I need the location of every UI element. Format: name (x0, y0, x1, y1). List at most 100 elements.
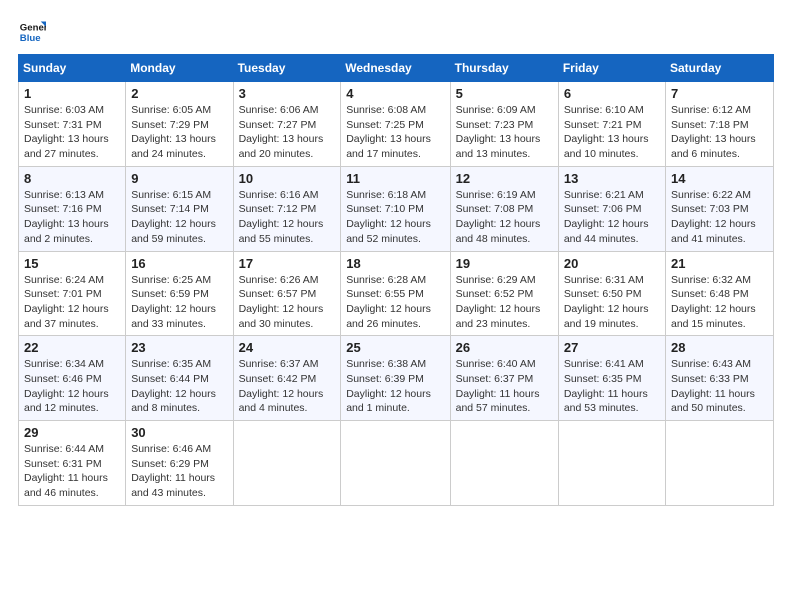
day-info: Sunrise: 6:31 AM Sunset: 6:50 PM Dayligh… (564, 273, 660, 332)
table-row: 8 Sunrise: 6:13 AM Sunset: 7:16 PM Daylig… (19, 166, 126, 251)
table-row: 29Sunrise: 6:44 AM Sunset: 6:31 PM Dayli… (19, 421, 126, 506)
svg-text:General: General (20, 22, 46, 33)
day-number: 27 (564, 340, 660, 355)
day-number: 21 (671, 256, 768, 271)
table-row (450, 421, 558, 506)
table-row: 21 Sunrise: 6:32 AM Sunset: 6:48 PM Dayli… (666, 251, 774, 336)
table-row: 17Sunrise: 6:26 AM Sunset: 6:57 PM Dayli… (233, 251, 341, 336)
col-tuesday: Tuesday (233, 55, 341, 82)
day-info: Sunrise: 6:34 AM Sunset: 6:46 PM Dayligh… (24, 357, 120, 416)
svg-text:Blue: Blue (20, 33, 41, 44)
day-number: 8 (24, 171, 120, 186)
day-info: Sunrise: 6:22 AM Sunset: 7:03 PM Dayligh… (671, 188, 768, 247)
day-info: Sunrise: 6:25 AM Sunset: 6:59 PM Dayligh… (131, 273, 227, 332)
day-info: Sunrise: 6:03 AM Sunset: 7:31 PM Dayligh… (24, 103, 120, 162)
day-info: Sunrise: 6:19 AM Sunset: 7:08 PM Dayligh… (456, 188, 553, 247)
table-row: 30 Sunrise: 6:46 AM Sunset: 6:29 PM Dayli… (126, 421, 233, 506)
day-number: 23 (131, 340, 227, 355)
col-saturday: Saturday (666, 55, 774, 82)
table-row: 19 Sunrise: 6:29 AM Sunset: 6:52 PM Dayli… (450, 251, 558, 336)
day-info: Sunrise: 6:18 AM Sunset: 7:10 PM Dayligh… (346, 188, 444, 247)
col-friday: Friday (558, 55, 665, 82)
table-row: 23Sunrise: 6:35 AM Sunset: 6:44 PM Dayli… (126, 336, 233, 421)
day-info: Sunrise: 6:16 AM Sunset: 7:12 PM Dayligh… (239, 188, 336, 247)
day-info: Sunrise: 6:41 AM Sunset: 6:35 PM Dayligh… (564, 357, 660, 416)
day-number: 22 (24, 340, 120, 355)
day-number: 16 (131, 256, 227, 271)
table-row (666, 421, 774, 506)
calendar-header-row: Sunday Monday Tuesday Wednesday Thursday… (19, 55, 774, 82)
day-number: 20 (564, 256, 660, 271)
logo-icon: General Blue (18, 18, 46, 46)
day-number: 11 (346, 171, 444, 186)
day-info: Sunrise: 6:29 AM Sunset: 6:52 PM Dayligh… (456, 273, 553, 332)
day-number: 7 (671, 86, 768, 101)
day-number: 5 (456, 86, 553, 101)
day-info: Sunrise: 6:13 AM Sunset: 7:16 PM Dayligh… (24, 188, 120, 247)
table-row: 6Sunrise: 6:10 AM Sunset: 7:21 PM Daylig… (558, 82, 665, 167)
table-row: 16 Sunrise: 6:25 AM Sunset: 6:59 PM Dayli… (126, 251, 233, 336)
table-row: 20 Sunrise: 6:31 AM Sunset: 6:50 PM Dayli… (558, 251, 665, 336)
day-info: Sunrise: 6:12 AM Sunset: 7:18 PM Dayligh… (671, 103, 768, 162)
day-number: 19 (456, 256, 553, 271)
day-number: 28 (671, 340, 768, 355)
col-monday: Monday (126, 55, 233, 82)
calendar-week-row: 15 Sunrise: 6:24 AM Sunset: 7:01 PM Dayli… (19, 251, 774, 336)
table-row: 10 Sunrise: 6:16 AM Sunset: 7:12 PM Dayli… (233, 166, 341, 251)
table-row (558, 421, 665, 506)
table-row: 4 Sunrise: 6:08 AM Sunset: 7:25 PM Daylig… (341, 82, 450, 167)
calendar-week-row: 22 Sunrise: 6:34 AM Sunset: 6:46 PM Dayli… (19, 336, 774, 421)
day-info: Sunrise: 6:06 AM Sunset: 7:27 PM Dayligh… (239, 103, 336, 162)
day-info: Sunrise: 6:21 AM Sunset: 7:06 PM Dayligh… (564, 188, 660, 247)
day-info: Sunrise: 6:08 AM Sunset: 7:25 PM Dayligh… (346, 103, 444, 162)
table-row: 13 Sunrise: 6:21 AM Sunset: 7:06 PM Dayli… (558, 166, 665, 251)
table-row: 5 Sunrise: 6:09 AM Sunset: 7:23 PM Daylig… (450, 82, 558, 167)
table-row: 15 Sunrise: 6:24 AM Sunset: 7:01 PM Dayli… (19, 251, 126, 336)
col-wednesday: Wednesday (341, 55, 450, 82)
day-number: 18 (346, 256, 444, 271)
day-info: Sunrise: 6:43 AM Sunset: 6:33 PM Dayligh… (671, 357, 768, 416)
table-row: 1 Sunrise: 6:03 AM Sunset: 7:31 PM Daylig… (19, 82, 126, 167)
table-row: 12 Sunrise: 6:19 AM Sunset: 7:08 PM Dayli… (450, 166, 558, 251)
col-sunday: Sunday (19, 55, 126, 82)
table-row: 2Sunrise: 6:05 AM Sunset: 7:29 PM Daylig… (126, 82, 233, 167)
calendar-table: Sunday Monday Tuesday Wednesday Thursday… (18, 54, 774, 506)
day-number: 12 (456, 171, 553, 186)
table-row: 9 Sunrise: 6:15 AM Sunset: 7:14 PM Daylig… (126, 166, 233, 251)
day-number: 14 (671, 171, 768, 186)
day-info: Sunrise: 6:32 AM Sunset: 6:48 PM Dayligh… (671, 273, 768, 332)
day-number: 10 (239, 171, 336, 186)
day-number: 15 (24, 256, 120, 271)
table-row: 22 Sunrise: 6:34 AM Sunset: 6:46 PM Dayli… (19, 336, 126, 421)
calendar-week-row: 29Sunrise: 6:44 AM Sunset: 6:31 PM Dayli… (19, 421, 774, 506)
day-info: Sunrise: 6:40 AM Sunset: 6:37 PM Dayligh… (456, 357, 553, 416)
day-number: 6 (564, 86, 660, 101)
day-number: 2 (131, 86, 227, 101)
table-row: 11 Sunrise: 6:18 AM Sunset: 7:10 PM Dayli… (341, 166, 450, 251)
day-info: Sunrise: 6:15 AM Sunset: 7:14 PM Dayligh… (131, 188, 227, 247)
day-number: 3 (239, 86, 336, 101)
day-number: 13 (564, 171, 660, 186)
table-row: 7 Sunrise: 6:12 AM Sunset: 7:18 PM Daylig… (666, 82, 774, 167)
day-number: 4 (346, 86, 444, 101)
day-number: 9 (131, 171, 227, 186)
table-row (341, 421, 450, 506)
calendar-week-row: 8 Sunrise: 6:13 AM Sunset: 7:16 PM Daylig… (19, 166, 774, 251)
day-info: Sunrise: 6:38 AM Sunset: 6:39 PM Dayligh… (346, 357, 444, 416)
day-info: Sunrise: 6:28 AM Sunset: 6:55 PM Dayligh… (346, 273, 444, 332)
table-row: 18 Sunrise: 6:28 AM Sunset: 6:55 PM Dayli… (341, 251, 450, 336)
table-row: 26 Sunrise: 6:40 AM Sunset: 6:37 PM Dayli… (450, 336, 558, 421)
page-header: General Blue (18, 18, 774, 46)
day-info: Sunrise: 6:24 AM Sunset: 7:01 PM Dayligh… (24, 273, 120, 332)
day-info: Sunrise: 6:09 AM Sunset: 7:23 PM Dayligh… (456, 103, 553, 162)
day-number: 26 (456, 340, 553, 355)
table-row: 3 Sunrise: 6:06 AM Sunset: 7:27 PM Daylig… (233, 82, 341, 167)
day-info: Sunrise: 6:46 AM Sunset: 6:29 PM Dayligh… (131, 442, 227, 501)
table-row: 24Sunrise: 6:37 AM Sunset: 6:42 PM Dayli… (233, 336, 341, 421)
logo: General Blue (18, 18, 50, 46)
day-number: 1 (24, 86, 120, 101)
table-row: 14 Sunrise: 6:22 AM Sunset: 7:03 PM Dayli… (666, 166, 774, 251)
col-thursday: Thursday (450, 55, 558, 82)
day-number: 30 (131, 425, 227, 440)
day-info: Sunrise: 6:44 AM Sunset: 6:31 PM Dayligh… (24, 442, 120, 501)
